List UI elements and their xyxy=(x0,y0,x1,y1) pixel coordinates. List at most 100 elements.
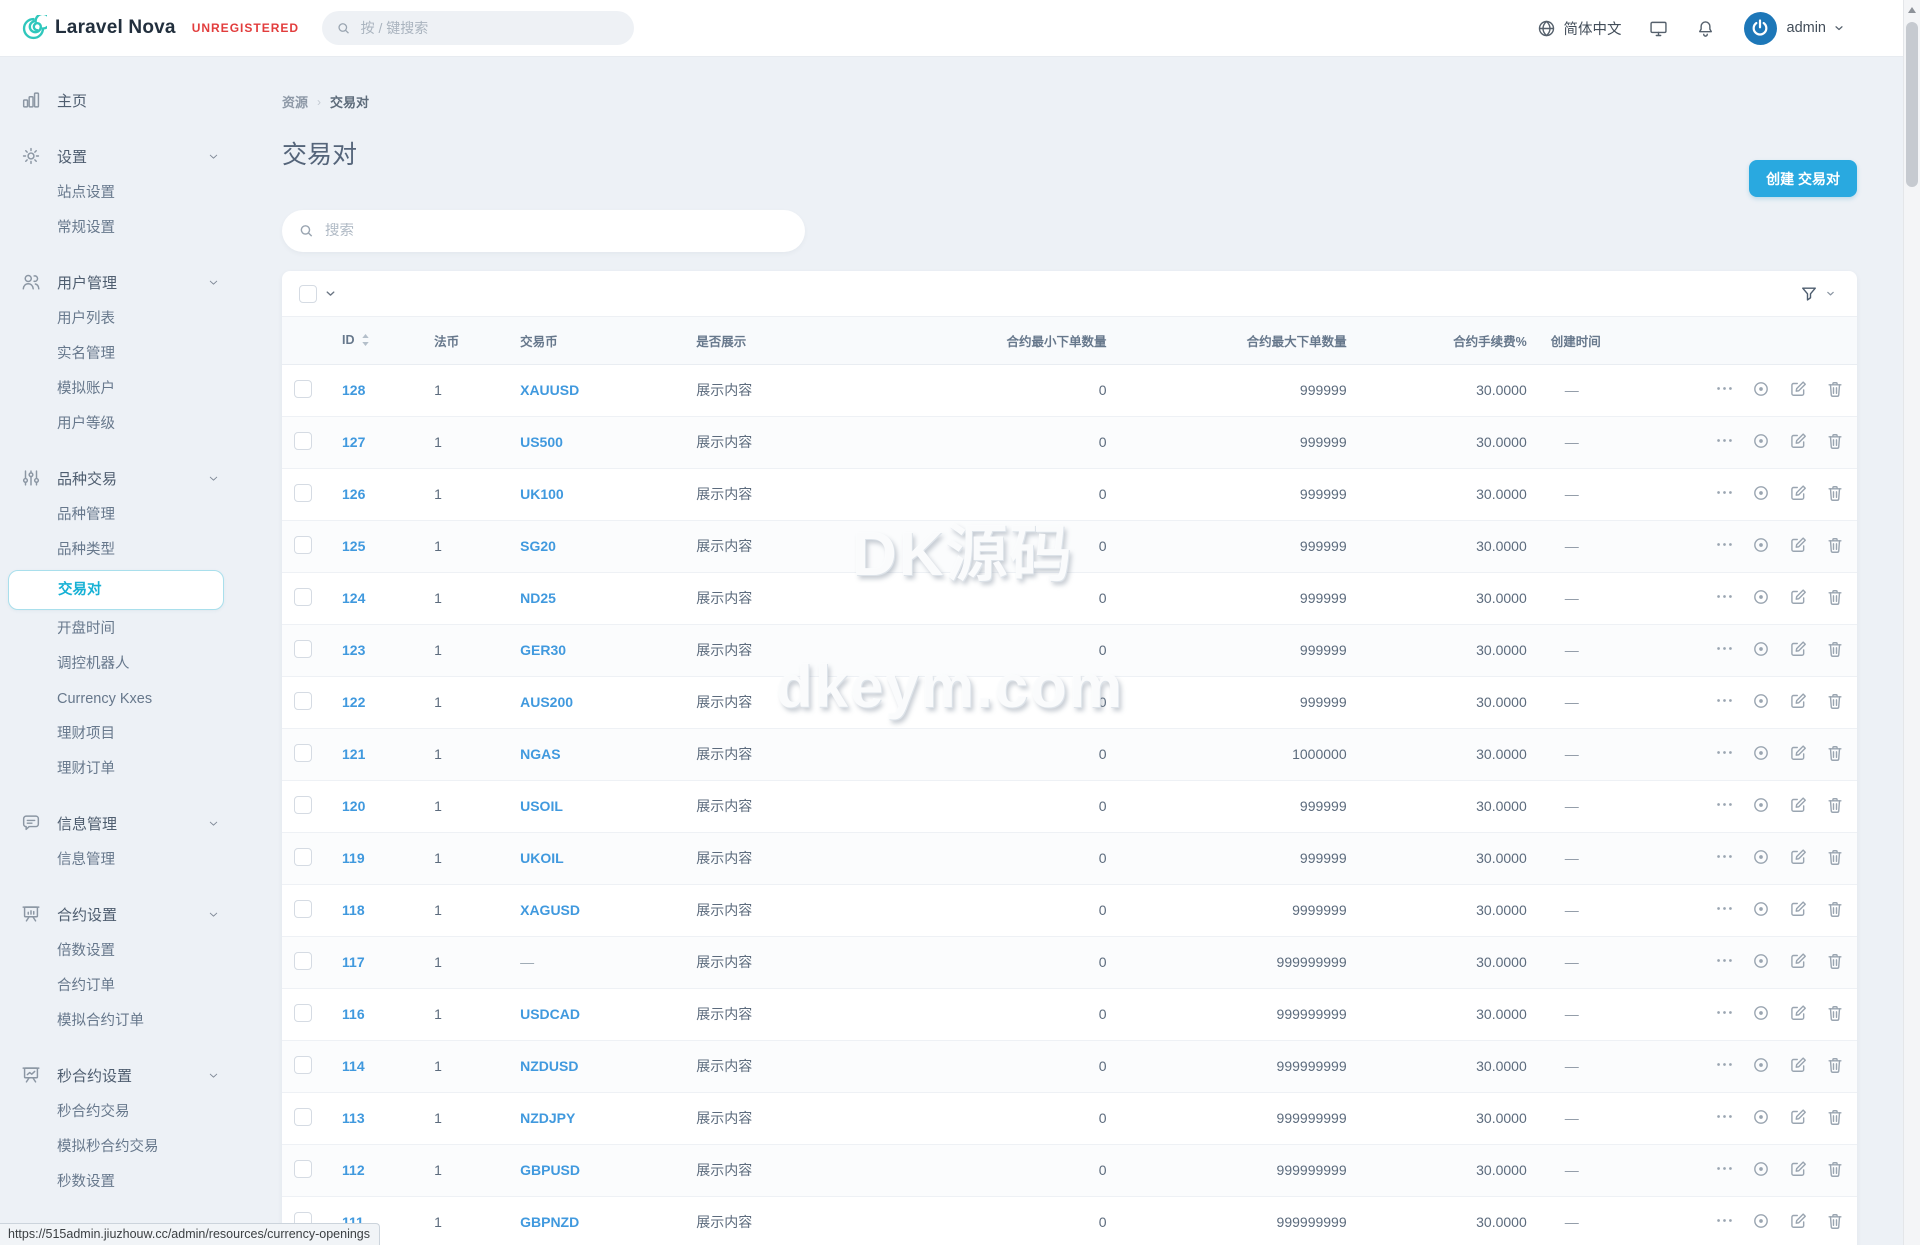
sidebar-subitem[interactable]: 用户等级 xyxy=(0,407,282,442)
view-button[interactable] xyxy=(1751,483,1771,506)
row-id-link[interactable]: 124 xyxy=(342,590,365,606)
row-coin-link[interactable]: GBPUSD xyxy=(520,1162,580,1178)
view-button[interactable] xyxy=(1751,1055,1771,1078)
row-checkbox[interactable] xyxy=(294,1108,312,1126)
select-all-checkbox[interactable] xyxy=(299,285,317,303)
edit-button[interactable] xyxy=(1788,951,1808,974)
row-checkbox[interactable] xyxy=(294,692,312,710)
row-id-link[interactable]: 112 xyxy=(342,1162,365,1178)
more-actions-button[interactable] xyxy=(1715,587,1734,609)
row-id-link[interactable]: 122 xyxy=(342,694,365,710)
more-actions-button[interactable] xyxy=(1715,795,1734,817)
edit-button[interactable] xyxy=(1788,1159,1808,1182)
global-search-input[interactable] xyxy=(361,20,620,36)
more-actions-button[interactable] xyxy=(1715,639,1734,661)
delete-button[interactable] xyxy=(1825,691,1845,714)
sidebar-subitem[interactable]: 实名管理 xyxy=(0,337,282,372)
row-coin-link[interactable]: — xyxy=(520,954,534,970)
row-checkbox[interactable] xyxy=(294,484,312,502)
view-button[interactable] xyxy=(1751,1159,1771,1182)
sidebar-subitem[interactable]: 模拟账户 xyxy=(0,372,282,407)
delete-button[interactable] xyxy=(1825,587,1845,610)
row-checkbox[interactable] xyxy=(294,1160,312,1178)
view-button[interactable] xyxy=(1751,587,1771,610)
delete-button[interactable] xyxy=(1825,483,1845,506)
more-actions-button[interactable] xyxy=(1715,1107,1734,1129)
sidebar-item[interactable]: 信息管理 xyxy=(0,803,220,843)
edit-button[interactable] xyxy=(1788,379,1808,402)
edit-button[interactable] xyxy=(1788,483,1808,506)
row-checkbox[interactable] xyxy=(294,1056,312,1074)
row-id-link[interactable]: 125 xyxy=(342,538,365,554)
row-checkbox[interactable] xyxy=(294,380,312,398)
breadcrumb-resources[interactable]: 资源 xyxy=(282,92,308,111)
more-actions-button[interactable] xyxy=(1715,899,1734,921)
chevron-down-icon[interactable] xyxy=(1833,22,1845,34)
view-button[interactable] xyxy=(1751,379,1771,402)
edit-button[interactable] xyxy=(1788,1211,1808,1234)
column-header[interactable]: 合约手续费% xyxy=(1359,317,1539,364)
row-id-link[interactable]: 127 xyxy=(342,434,365,450)
edit-button[interactable] xyxy=(1788,691,1808,714)
sidebar-subitem[interactable]: 秒合约交易 xyxy=(0,1095,282,1130)
delete-button[interactable] xyxy=(1825,1159,1845,1182)
edit-button[interactable] xyxy=(1788,1107,1808,1130)
sidebar-subitem[interactable]: 理财订单 xyxy=(0,752,282,787)
edit-button[interactable] xyxy=(1788,899,1808,922)
row-checkbox[interactable] xyxy=(294,900,312,918)
row-coin-link[interactable]: ND25 xyxy=(520,590,556,606)
row-coin-link[interactable]: NZDUSD xyxy=(520,1058,578,1074)
view-button[interactable] xyxy=(1751,847,1771,870)
row-id-link[interactable]: 121 xyxy=(342,746,365,762)
column-header[interactable]: 合约最大下单数量 xyxy=(1118,317,1358,364)
sidebar-subitem[interactable]: 秒数设置 xyxy=(0,1165,282,1200)
edit-button[interactable] xyxy=(1788,535,1808,558)
view-button[interactable] xyxy=(1751,1107,1771,1130)
row-checkbox[interactable] xyxy=(294,848,312,866)
sidebar-item[interactable]: 设置 xyxy=(0,136,220,176)
more-actions-button[interactable] xyxy=(1715,1211,1734,1233)
row-checkbox[interactable] xyxy=(294,536,312,554)
delete-button[interactable] xyxy=(1825,1107,1845,1130)
sidebar-subitem[interactable]: 用户列表 xyxy=(0,302,282,337)
row-id-link[interactable]: 116 xyxy=(342,1006,365,1022)
view-button[interactable] xyxy=(1751,743,1771,766)
row-id-link[interactable]: 123 xyxy=(342,642,365,658)
view-button[interactable] xyxy=(1751,795,1771,818)
delete-button[interactable] xyxy=(1825,535,1845,558)
notifications-button[interactable] xyxy=(1695,18,1716,39)
sidebar-subitem[interactable]: 交易对 xyxy=(8,570,224,610)
row-id-link[interactable]: 128 xyxy=(342,382,365,398)
view-button[interactable] xyxy=(1751,951,1771,974)
more-actions-button[interactable] xyxy=(1715,1055,1734,1077)
delete-button[interactable] xyxy=(1825,899,1845,922)
row-checkbox[interactable] xyxy=(294,796,312,814)
row-checkbox[interactable] xyxy=(294,1004,312,1022)
row-id-link[interactable]: 113 xyxy=(342,1110,365,1126)
row-coin-link[interactable]: USOIL xyxy=(520,798,563,814)
view-button[interactable] xyxy=(1751,431,1771,454)
row-id-link[interactable]: 126 xyxy=(342,486,365,502)
row-id-link[interactable]: 114 xyxy=(342,1058,365,1074)
more-actions-button[interactable] xyxy=(1715,691,1734,713)
row-coin-link[interactable]: AUS200 xyxy=(520,694,573,710)
sidebar-item[interactable]: 合约设置 xyxy=(0,894,220,934)
more-actions-button[interactable] xyxy=(1715,1159,1734,1181)
sidebar-subitem[interactable]: 合约订单 xyxy=(0,969,282,1004)
filter-button[interactable] xyxy=(1799,284,1836,304)
delete-button[interactable] xyxy=(1825,795,1845,818)
view-button[interactable] xyxy=(1751,639,1771,662)
resource-search[interactable] xyxy=(282,210,805,252)
column-header[interactable]: 交易币 xyxy=(508,317,684,364)
row-coin-link[interactable]: NGAS xyxy=(520,746,560,762)
row-coin-link[interactable]: GBPNZD xyxy=(520,1214,579,1230)
row-coin-link[interactable]: XAGUSD xyxy=(520,902,580,918)
sidebar-subitem[interactable]: 倍数设置 xyxy=(0,934,282,969)
edit-button[interactable] xyxy=(1788,743,1808,766)
theme-toggle[interactable] xyxy=(1648,18,1669,39)
column-header[interactable]: 是否展示 xyxy=(684,317,934,364)
sidebar-subitem[interactable]: 信息管理 xyxy=(0,843,282,878)
edit-button[interactable] xyxy=(1788,431,1808,454)
locale-switcher[interactable]: 简体中文 xyxy=(1536,18,1622,39)
view-button[interactable] xyxy=(1751,691,1771,714)
